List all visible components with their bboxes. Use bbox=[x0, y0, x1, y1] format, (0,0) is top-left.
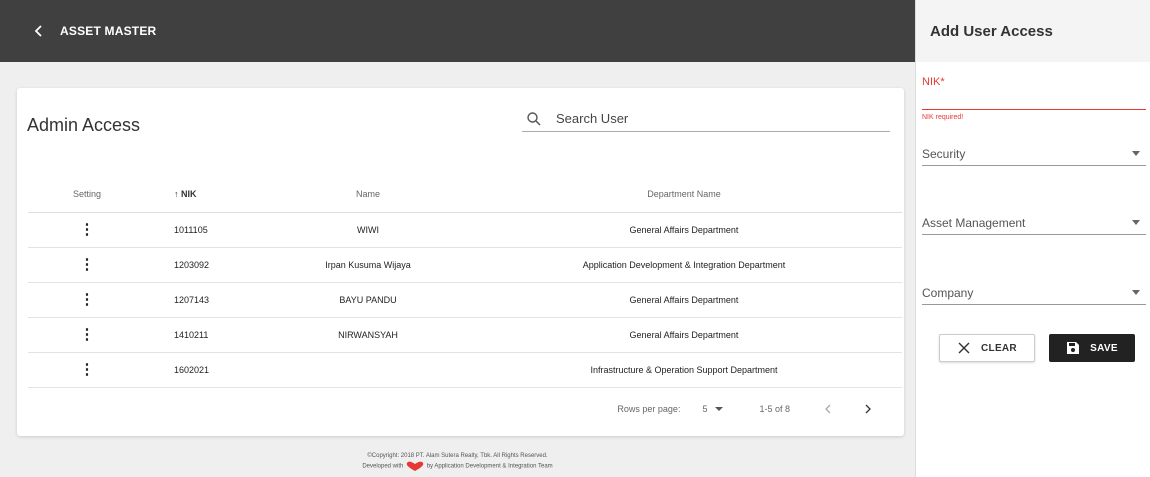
close-icon bbox=[957, 341, 971, 355]
asset-management-select-label: Asset Management bbox=[922, 215, 1026, 230]
save-icon bbox=[1066, 341, 1080, 355]
admin-access-card: Admin Access Setting ↑ NIK Name Departme… bbox=[17, 88, 904, 436]
row-department: Application Development & Integration De… bbox=[466, 247, 902, 283]
row-department: General Affairs Department bbox=[466, 282, 902, 318]
save-button[interactable]: SAVE bbox=[1049, 334, 1135, 362]
row-department: Infrastructure & Operation Support Depar… bbox=[466, 352, 902, 388]
company-select[interactable]: Company bbox=[922, 281, 1146, 305]
copyright-text: ©Copyright: 2018 PT. Alam Sutera Realty,… bbox=[367, 453, 548, 459]
clear-button[interactable]: CLEAR bbox=[939, 334, 1035, 362]
row-name: WIWI bbox=[270, 212, 466, 248]
row-name: Irpan Kusuma Wijaya bbox=[270, 247, 466, 283]
security-select-label: Security bbox=[922, 146, 966, 161]
table-row: ⋮ 1207143 BAYU PANDU General Affairs Dep… bbox=[28, 282, 902, 318]
row-nik: 1011105 bbox=[146, 212, 270, 248]
save-button-label: SAVE bbox=[1090, 342, 1118, 354]
add-user-access-panel: Add User Access NIK* NIK required! Secur… bbox=[915, 0, 1150, 477]
heart-icon bbox=[405, 461, 425, 471]
more-vert-icon[interactable]: ⋮ bbox=[80, 222, 95, 237]
caret-down-icon bbox=[715, 407, 724, 411]
column-header-setting: Setting bbox=[28, 176, 146, 213]
search-icon bbox=[526, 111, 542, 127]
rows-per-page-value: 5 bbox=[702, 404, 708, 414]
row-nik: 1410211 bbox=[146, 317, 270, 353]
clear-button-label: CLEAR bbox=[981, 342, 1017, 354]
table-row: ⋮ 1602021 Infrastructure & Operation Sup… bbox=[28, 352, 902, 388]
row-name bbox=[270, 352, 466, 388]
row-department: General Affairs Department bbox=[466, 317, 902, 353]
caret-down-icon bbox=[1132, 220, 1140, 225]
search-input[interactable] bbox=[556, 111, 876, 126]
column-header-name[interactable]: Name bbox=[270, 176, 466, 213]
more-vert-icon[interactable]: ⋮ bbox=[80, 327, 95, 342]
table-row: ⋮ 1203092 Irpan Kusuma Wijaya Applicatio… bbox=[28, 247, 902, 283]
page-title: ASSET MASTER bbox=[60, 24, 157, 38]
more-vert-icon[interactable]: ⋮ bbox=[80, 362, 95, 377]
row-nik: 1602021 bbox=[146, 352, 270, 388]
admin-table: Setting ↑ NIK Name Department Name ⋮ 101… bbox=[28, 176, 902, 388]
search-bar bbox=[522, 106, 890, 132]
table-row: ⋮ 1410211 NIRWANSYAH General Affairs Dep… bbox=[28, 317, 902, 353]
row-nik: 1207143 bbox=[146, 282, 270, 318]
nik-input[interactable] bbox=[922, 88, 1146, 110]
caret-down-icon bbox=[1132, 151, 1140, 156]
security-select[interactable]: Security bbox=[922, 142, 1146, 166]
chevron-left-icon[interactable] bbox=[820, 401, 836, 417]
more-vert-icon[interactable]: ⋮ bbox=[80, 257, 95, 272]
caret-down-icon bbox=[1132, 290, 1140, 295]
row-name: BAYU PANDU bbox=[270, 282, 466, 318]
asset-management-select[interactable]: Asset Management bbox=[922, 211, 1146, 235]
panel-title: Add User Access bbox=[916, 0, 1150, 62]
row-department: General Affairs Department bbox=[466, 212, 902, 248]
nik-error: NIK required! bbox=[922, 114, 964, 121]
more-vert-icon[interactable]: ⋮ bbox=[80, 292, 95, 307]
top-bar: ASSET MASTER bbox=[0, 0, 915, 62]
table-header-row: Setting ↑ NIK Name Department Name bbox=[28, 176, 902, 213]
table-row: ⋮ 1011105 WIWI General Affairs Departmen… bbox=[28, 212, 902, 248]
chevron-left-icon[interactable] bbox=[32, 24, 46, 38]
developed-suffix: by Application Development & Integration… bbox=[426, 463, 553, 470]
nik-label: NIK* bbox=[922, 76, 945, 88]
card-title: Admin Access bbox=[27, 115, 141, 135]
page-range: 1-5 of 8 bbox=[759, 404, 790, 414]
main-area: ASSET MASTER Admin Access Setting ↑ NIK … bbox=[0, 0, 915, 477]
footer: ©Copyright: 2018 PT. Alam Sutera Realty,… bbox=[0, 451, 915, 472]
developed-prefix: Developed with bbox=[362, 463, 404, 470]
nik-field[interactable]: NIK* NIK required! bbox=[922, 76, 1146, 121]
rows-per-page-label: Rows per page: bbox=[617, 404, 681, 414]
row-nik: 1203092 bbox=[146, 247, 270, 283]
company-select-label: Company bbox=[922, 285, 974, 300]
column-header-nik[interactable]: ↑ NIK bbox=[146, 176, 270, 213]
rows-per-page-select[interactable]: 5 bbox=[702, 404, 724, 414]
developed-by: Developed with by Application Developmen… bbox=[0, 461, 915, 472]
row-name: NIRWANSYAH bbox=[270, 317, 466, 353]
column-header-department[interactable]: Department Name bbox=[466, 176, 902, 213]
pagination: Rows per page: 5 1-5 of 8 bbox=[17, 394, 904, 424]
chevron-right-icon[interactable] bbox=[860, 401, 876, 417]
